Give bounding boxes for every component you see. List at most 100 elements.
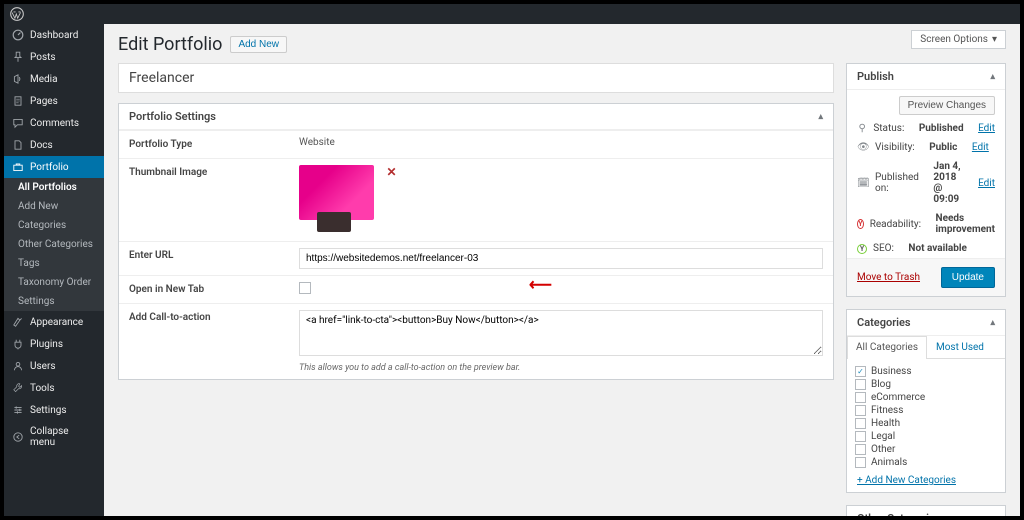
visibility-label: Visibility: [875, 142, 915, 153]
sidebar-label: Media [30, 74, 58, 85]
sidebar-item-tools[interactable]: Tools [4, 377, 104, 399]
chevron-down-icon: ▾ [992, 34, 997, 45]
collapse-icon [12, 431, 24, 443]
sidebar-item-dashboard[interactable]: Dashboard [4, 24, 104, 46]
add-new-button[interactable]: Add New [230, 36, 287, 53]
tools-icon [12, 382, 24, 394]
sidebar-label: Comments [30, 118, 79, 129]
page-title: Edit Portfolio [118, 34, 222, 55]
cta-textarea[interactable] [299, 310, 823, 356]
submenu-categories[interactable]: Categories [4, 216, 104, 235]
checkbox-icon[interactable] [855, 405, 866, 416]
add-new-categories-link[interactable]: + Add New Categories [847, 469, 1005, 492]
sidebar-item-comments[interactable]: Comments [4, 112, 104, 134]
sidebar-item-pages[interactable]: Pages [4, 90, 104, 112]
edit-status-link[interactable]: Edit [978, 123, 995, 134]
calendar-icon: 🗓 [857, 178, 869, 189]
category-label: Other [871, 444, 895, 455]
sidebar-label: Plugins [30, 339, 63, 350]
pin-icon [12, 51, 24, 63]
checkbox-icon[interactable] [855, 457, 866, 468]
seo-value: Not available [908, 243, 967, 254]
publish-box: Publish▴ Preview Changes ⚲Status: Publis… [846, 63, 1006, 297]
portfolio-icon [12, 161, 24, 173]
sidebar-label: Dashboard [30, 30, 78, 41]
categories-list[interactable]: ✓Business Blog eCommerce Fitness Health … [847, 359, 1005, 469]
key-icon: ⚲ [857, 123, 867, 134]
checkbox-icon[interactable] [855, 431, 866, 442]
seo-label: SEO: [873, 243, 894, 254]
sidebar-item-posts[interactable]: Posts [4, 46, 104, 68]
sidebar-label: Tools [30, 383, 54, 394]
tab-most-used[interactable]: Most Used [927, 336, 993, 358]
submenu-settings[interactable]: Settings [4, 292, 104, 311]
plugin-icon [12, 338, 24, 350]
sidebar-label: Pages [30, 96, 58, 107]
submenu-other-categories[interactable]: Other Categories [4, 235, 104, 254]
category-label: Legal [871, 431, 895, 442]
category-item[interactable]: Fitness [855, 404, 997, 417]
checkbox-icon[interactable] [855, 392, 866, 403]
checkbox-icon[interactable] [855, 379, 866, 390]
move-to-trash-link[interactable]: Move to Trash [857, 272, 920, 283]
category-item[interactable]: Other [855, 443, 997, 456]
url-input[interactable] [299, 248, 823, 269]
thumbnail-remove-icon[interactable]: ✕ [386, 165, 396, 179]
checkbox-icon[interactable]: ✓ [855, 366, 866, 377]
cta-label: Add Call-to-action [119, 304, 289, 379]
newtab-checkbox[interactable] [299, 282, 311, 294]
category-item[interactable]: Blog [855, 378, 997, 391]
thumbnail-preview[interactable] [299, 165, 374, 220]
visibility-icon: 👁 [857, 142, 869, 153]
sidebar-item-users[interactable]: Users [4, 355, 104, 377]
sidebar-collapse[interactable]: Collapse menu [4, 421, 104, 453]
sidebar-item-plugins[interactable]: Plugins [4, 333, 104, 355]
yoast-readability-icon: Y [857, 219, 864, 229]
sidebar-item-docs[interactable]: Docs [4, 134, 104, 156]
category-item[interactable]: ✓Business [855, 365, 997, 378]
category-item[interactable]: Animals [855, 456, 997, 469]
category-label: Fitness [871, 405, 903, 416]
category-label: Animals [871, 457, 907, 468]
submenu-taxonomy-order[interactable]: Taxonomy Order [4, 273, 104, 292]
submenu-all-portfolios[interactable]: All Portfolios [4, 178, 104, 197]
wordpress-logo-icon[interactable] [10, 7, 24, 21]
update-button[interactable]: Update [941, 267, 995, 288]
metabox-toggle-icon[interactable]: ▴ [990, 318, 995, 328]
sidebar-label: Docs [30, 140, 53, 151]
preview-changes-button[interactable]: Preview Changes [899, 96, 995, 115]
status-label: Status: [873, 123, 904, 134]
category-item[interactable]: Health [855, 417, 997, 430]
sidebar-item-portfolio[interactable]: Portfolio [4, 156, 104, 178]
category-item[interactable]: eCommerce [855, 391, 997, 404]
settings-icon [12, 404, 24, 416]
post-title-input[interactable]: Freelancer [118, 63, 834, 93]
sidebar-item-media[interactable]: Media [4, 68, 104, 90]
portfolio-settings-title: Portfolio Settings [129, 110, 216, 123]
sidebar-label: Portfolio [30, 162, 69, 173]
cta-help-text: This allows you to add a call-to-action … [299, 363, 823, 373]
metabox-toggle-icon[interactable]: ▴ [818, 112, 823, 122]
portfolio-type-label: Portfolio Type [119, 131, 289, 158]
categories-title: Categories [857, 316, 911, 329]
screen-options-toggle[interactable]: Screen Options ▾ [911, 30, 1006, 49]
edit-date-link[interactable]: Edit [978, 178, 995, 189]
metabox-toggle-icon[interactable]: ▴ [990, 514, 995, 517]
readability-label: Readability: [870, 219, 921, 230]
status-value: Published [919, 123, 964, 134]
edit-visibility-link[interactable]: Edit [972, 142, 989, 153]
sidebar-item-appearance[interactable]: Appearance [4, 311, 104, 333]
category-item[interactable]: Legal [855, 430, 997, 443]
submenu-add-new[interactable]: Add New [4, 197, 104, 216]
category-label: eCommerce [871, 392, 925, 403]
metabox-toggle-icon[interactable]: ▴ [990, 72, 995, 82]
page-icon [12, 95, 24, 107]
submenu-tags[interactable]: Tags [4, 254, 104, 273]
tab-all-categories[interactable]: All Categories [847, 336, 927, 359]
newtab-label: Open in New Tab [119, 276, 289, 303]
checkbox-icon[interactable] [855, 444, 866, 455]
portfolio-type-value[interactable]: Website [289, 131, 833, 158]
checkbox-icon[interactable] [855, 418, 866, 429]
sidebar-item-settings[interactable]: Settings [4, 399, 104, 421]
sidebar-label: Collapse menu [30, 426, 96, 448]
